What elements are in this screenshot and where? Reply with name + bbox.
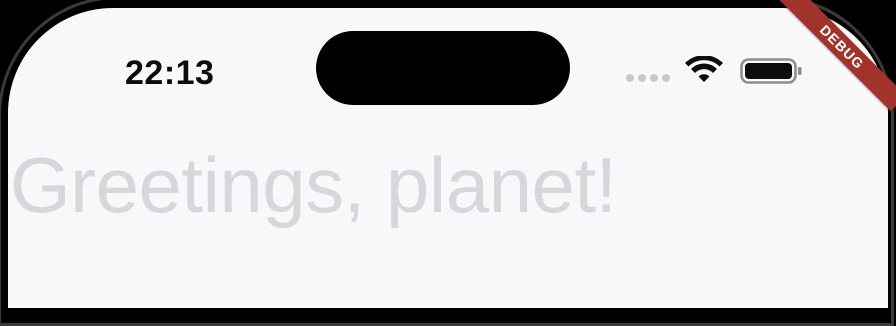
status-bar-time: 22:13: [125, 54, 215, 92]
greeting-text: Greetings, planet!: [10, 141, 617, 229]
device-frame: 22:13 Greetings, planet! DEBUG: [0, 0, 896, 326]
battery-icon: [740, 58, 802, 84]
app-screen: 22:13 Greetings, planet!: [8, 8, 888, 308]
cellular-signal-icon: [626, 74, 674, 82]
wifi-icon: [685, 56, 723, 82]
dynamic-island: [316, 31, 570, 105]
